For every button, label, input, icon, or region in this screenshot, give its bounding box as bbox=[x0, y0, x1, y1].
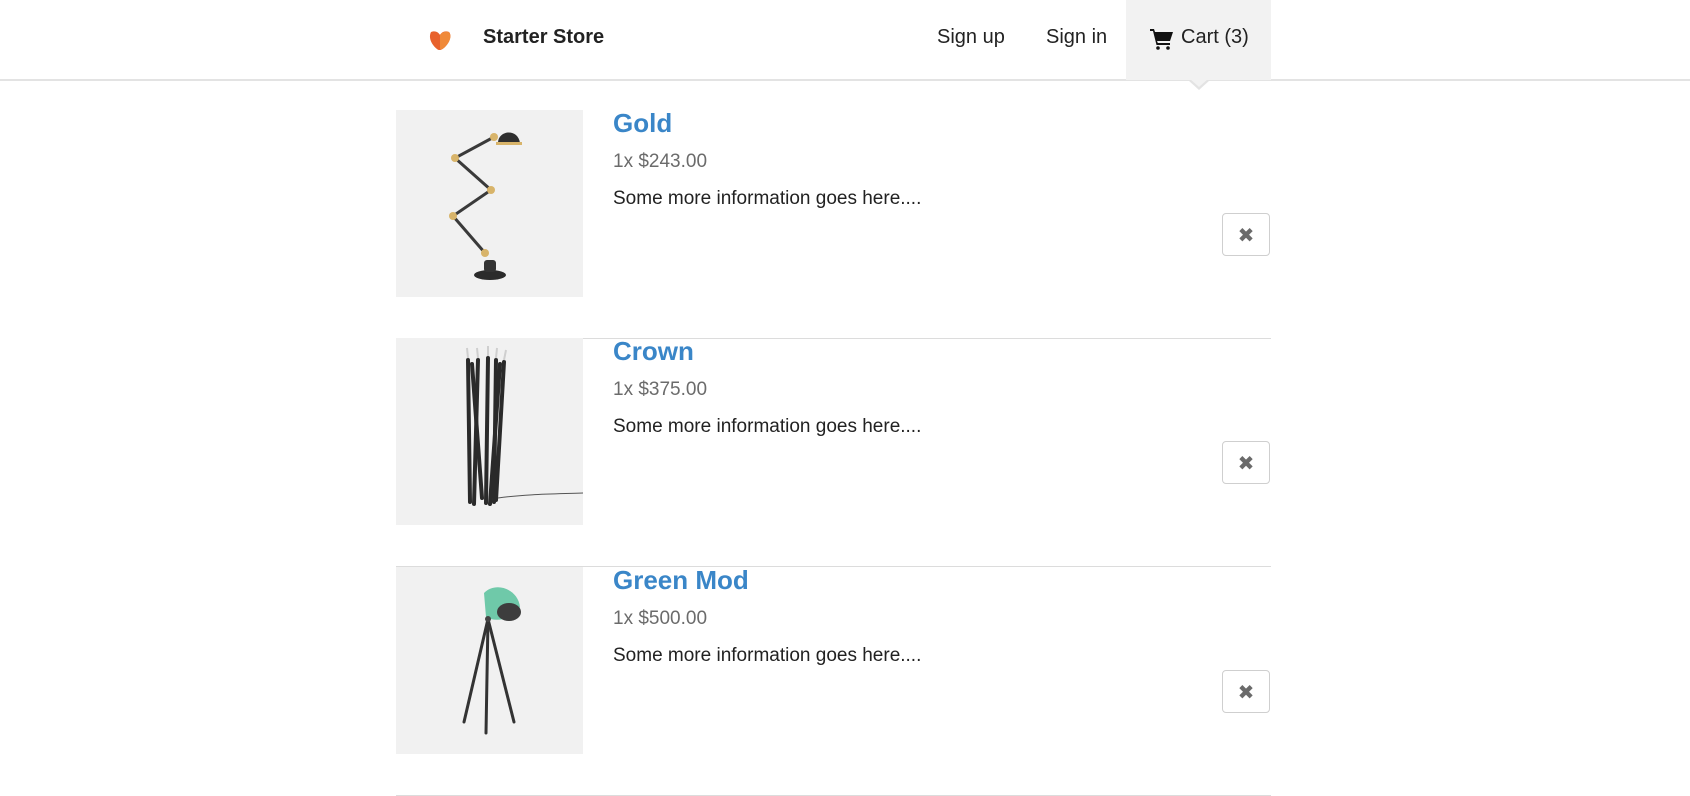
tripod-stick-lamp-image bbox=[466, 346, 583, 506]
product-image[interactable] bbox=[396, 567, 583, 754]
product-price: 1x $500.00 bbox=[613, 608, 708, 629]
product-image[interactable] bbox=[396, 338, 583, 525]
close-icon: ✖ bbox=[1237, 682, 1255, 704]
brand-name[interactable]: Starter Store bbox=[483, 26, 604, 49]
logo-icon[interactable] bbox=[428, 30, 452, 52]
product-description: Some more information goes here.... bbox=[613, 645, 922, 666]
sign-in-link[interactable]: Sign in bbox=[1046, 26, 1107, 49]
cart-label: Cart (3) bbox=[1181, 26, 1249, 48]
remove-item-button[interactable]: ✖ bbox=[1222, 670, 1270, 713]
product-name[interactable]: Crown bbox=[613, 336, 694, 367]
product-description: Some more information goes here.... bbox=[613, 416, 922, 437]
cart-item: Gold 1x $243.00 Some more information go… bbox=[396, 108, 1271, 339]
close-icon: ✖ bbox=[1237, 453, 1255, 475]
remove-item-button[interactable]: ✖ bbox=[1222, 441, 1270, 484]
product-name[interactable]: Gold bbox=[613, 108, 672, 139]
cart-item: Crown 1x $375.00 Some more information g… bbox=[396, 336, 1271, 567]
product-price: 1x $243.00 bbox=[613, 151, 708, 172]
active-nav-caret-fill bbox=[1190, 79, 1208, 87]
product-description: Some more information goes here.... bbox=[613, 188, 922, 209]
product-price: 1x $375.00 bbox=[613, 379, 708, 400]
shopping-cart-icon bbox=[1150, 29, 1173, 50]
remove-item-button[interactable]: ✖ bbox=[1222, 213, 1270, 256]
sign-up-link[interactable]: Sign up bbox=[937, 26, 1005, 49]
green-tripod-lamp-image bbox=[462, 587, 521, 735]
product-name[interactable]: Green Mod bbox=[613, 565, 749, 596]
cart-nav-link[interactable]: Cart (3) bbox=[1126, 0, 1271, 80]
cart-item: Green Mod 1x $500.00 Some more informati… bbox=[396, 565, 1271, 796]
close-icon: ✖ bbox=[1237, 225, 1255, 247]
product-image[interactable] bbox=[396, 110, 583, 297]
jointed-floor-lamp-image bbox=[449, 132, 522, 280]
top-navbar: Starter Store Sign up Sign in Cart (3) bbox=[0, 0, 1690, 81]
